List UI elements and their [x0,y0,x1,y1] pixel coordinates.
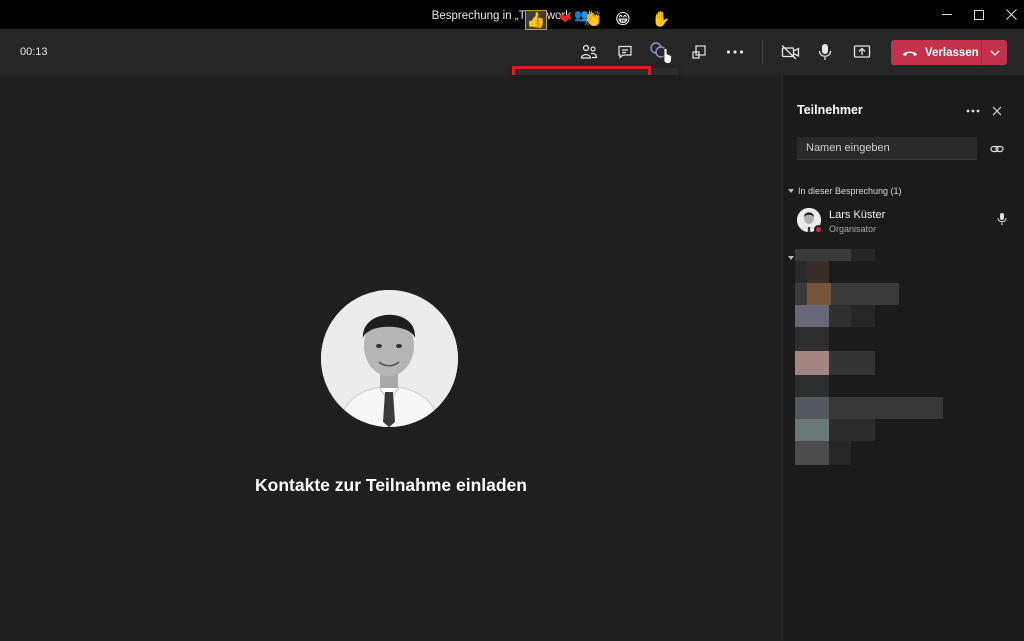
share-content-button[interactable] [847,38,877,66]
reactions-button[interactable] [646,38,676,66]
meeting-stage: Kontakte zur Teilnahme einladen [0,75,782,641]
link-icon [990,145,1004,153]
participant-name: Lars Küster [829,209,886,221]
redacted-block [795,283,807,305]
redacted-block [795,327,829,351]
redacted-block [829,397,943,419]
toolbar-divider [762,40,763,64]
people-icon [580,44,598,59]
redacted-block [829,419,875,441]
show-participants-button[interactable] [574,38,604,66]
more-icon [966,109,980,113]
redacted-block [795,351,829,375]
minimize-icon [942,14,952,15]
leave-label: Verlassen [925,46,979,59]
minimize-button[interactable] [930,0,964,29]
maximize-button[interactable] [962,0,996,29]
redacted-block [829,305,851,327]
chat-button[interactable] [610,38,640,66]
redacted-block [795,397,829,419]
participant-role: Organisator [829,224,877,234]
like-reaction[interactable]: 👍 [525,10,547,30]
laugh-reaction[interactable]: 😁 [612,10,634,30]
microphone-toggle-button[interactable] [810,38,840,66]
participant-photo [321,290,458,427]
chevron-down-icon [990,50,999,56]
panel-more-button[interactable] [963,103,983,119]
share-tray-button[interactable] [684,38,714,66]
share-upload-icon [853,45,871,58]
redacted-block [795,261,807,283]
raise-hand-button[interactable]: ✋ [650,10,672,30]
participant-search-input[interactable] [797,137,977,160]
heart-reaction[interactable]: ❤ [554,10,576,30]
chat-icon [618,45,632,59]
status-badge [814,225,823,234]
camera-toggle-button[interactable] [775,38,805,66]
window-title: Besprechung in „Teamwork 👥“ [431,10,593,22]
redacted-block [795,305,829,327]
redacted-block [795,375,829,397]
caret-down-icon [788,189,794,193]
redacted-block [795,441,829,465]
camera-off-icon [781,45,799,60]
share-screen-icon [692,45,706,59]
title-bar: Besprechung in „Teamwork 👥“ [0,0,1024,29]
redacted-block [829,441,851,465]
copy-invite-link-button[interactable] [988,140,1006,158]
panel-close-button[interactable] [988,103,1006,119]
section-label: In dieser Besprechung (1) [798,186,902,196]
section-collapsed-caret[interactable] [788,256,794,260]
more-icon [726,50,744,54]
applause-reaction[interactable]: 👏 [582,10,604,30]
redacted-block [851,305,875,327]
meeting-timer: 00:13 [20,46,48,58]
participant-mic-icon [997,212,1007,231]
maximize-icon [974,9,984,20]
close-icon [1005,9,1017,20]
section-in-meeting[interactable]: In dieser Besprechung (1) [788,186,902,196]
leave-meeting-button[interactable]: Verlassen [891,40,1007,65]
caret-down-icon [788,256,794,260]
panel-title: Teilnehmer [797,103,863,117]
close-window-button[interactable] [994,0,1024,29]
leave-main[interactable]: Verlassen [891,40,981,65]
redacted-block [829,351,875,375]
redacted-block [807,283,831,305]
microphone-icon [818,44,832,60]
participants-panel: Teilnehmer In dieser Besprechung (1) Lar… [782,75,1024,641]
redacted-block [807,261,829,283]
person-photo-icon [321,290,458,427]
close-icon [992,106,1002,116]
more-actions-button[interactable] [720,38,750,66]
redacted-block [795,419,829,441]
participant-row[interactable]: Lars Küster Organisator [797,208,1017,238]
invite-contacts-text: Kontakte zur Teilnahme einladen [255,475,527,495]
redacted-block [831,283,899,305]
hang-up-icon [903,51,917,56]
redacted-block [795,249,851,261]
reactions-icon [650,42,672,64]
leave-options-dropdown[interactable] [982,40,1007,65]
redacted-block [851,249,875,261]
